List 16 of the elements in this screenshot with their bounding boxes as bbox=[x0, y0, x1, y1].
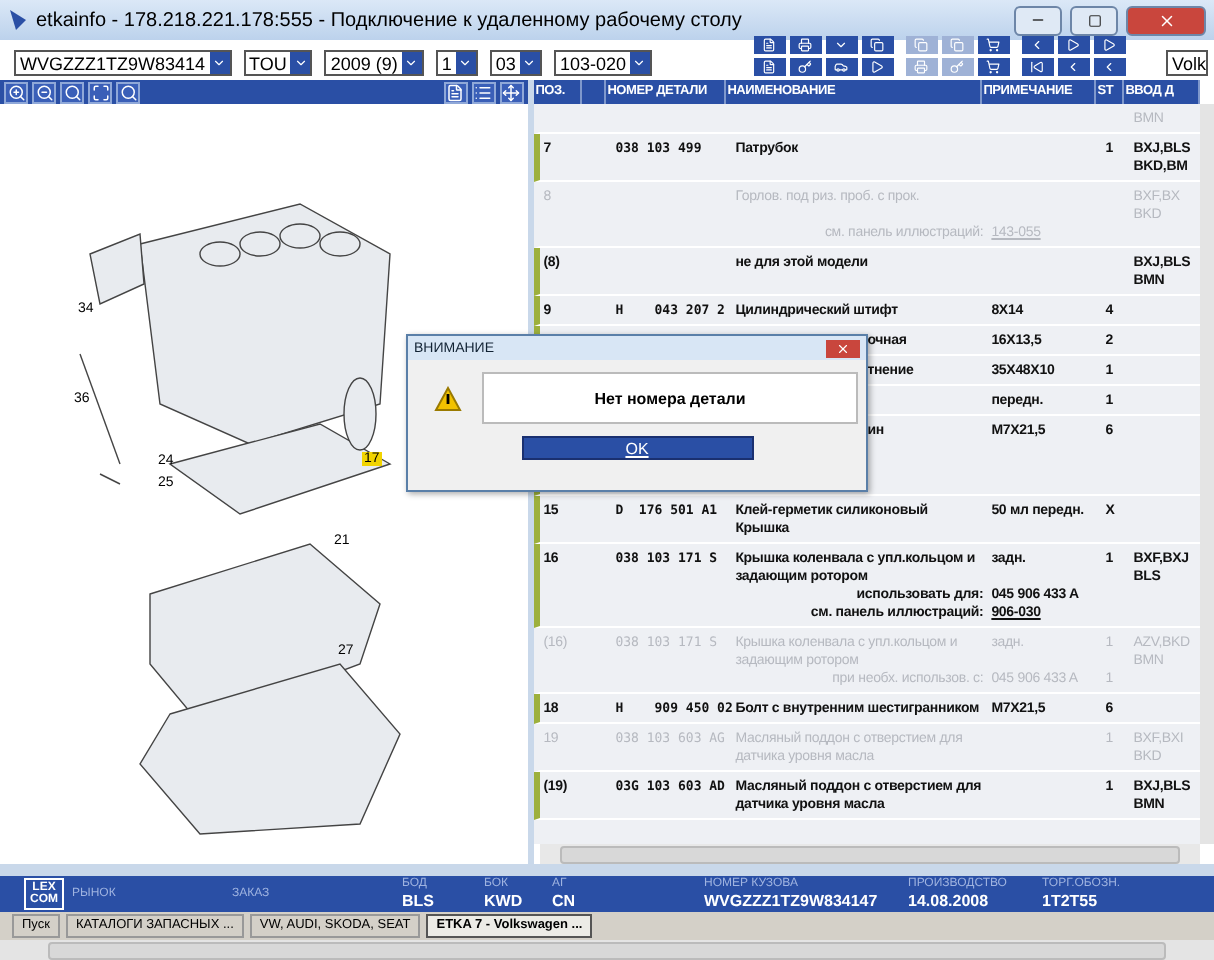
dialog-message: Нет номера детали bbox=[482, 372, 858, 424]
dropdown-field[interactable]: 1 bbox=[435, 50, 478, 76]
window-title: etkainfo - 178.218.221.178:555 - Подключение к удаленному рабочему столу bbox=[36, 9, 744, 31]
dropdown-field[interactable]: 2009 (9) bbox=[324, 50, 424, 76]
dropdown-field[interactable]: 03 bbox=[489, 50, 542, 76]
dropdown-field[interactable]: TOU bbox=[243, 50, 313, 76]
dropdown-field[interactable]: WVGZZZ1TZ9W83414 bbox=[14, 50, 232, 76]
dropdown-field[interactable]: 103-020 bbox=[553, 50, 652, 76]
field-value: KWD bbox=[484, 892, 525, 910]
brand-dropdown[interactable]: Volk bbox=[1165, 50, 1208, 76]
field-value: CN bbox=[552, 892, 578, 910]
field-value: 1T2T55 bbox=[1042, 892, 1100, 910]
field-value: WVGZZZ1TZ9W834147 bbox=[704, 892, 880, 910]
ok-button[interactable]: OK bbox=[521, 436, 753, 460]
field-value: BLS bbox=[402, 892, 436, 910]
field-value: 14.08.2008 bbox=[908, 892, 991, 910]
